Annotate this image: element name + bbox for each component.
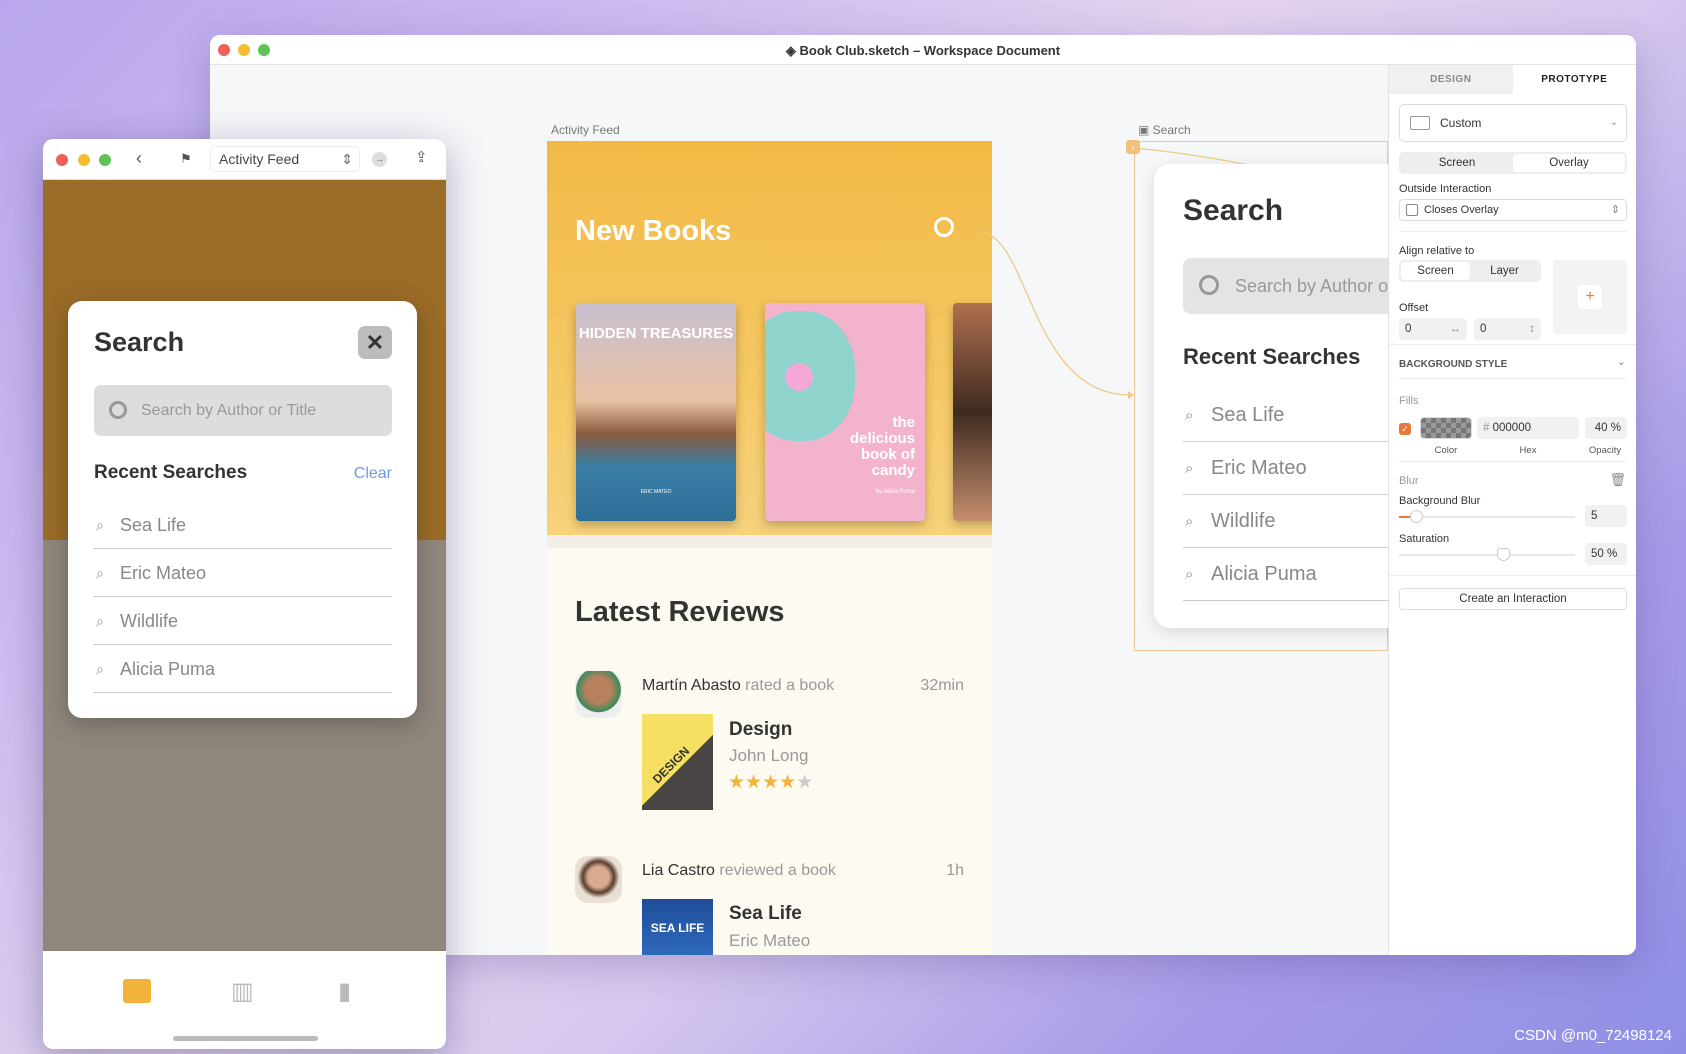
search-icon: ⌕: [1185, 513, 1194, 530]
tab-stats-icon[interactable]: ▮: [338, 977, 351, 1006]
device-icon: [1410, 116, 1430, 130]
fill-checkbox[interactable]: ✓: [1399, 423, 1411, 435]
align-label: Align relative to: [1399, 245, 1475, 257]
stepper-chevrons-icon: ⇕: [341, 151, 353, 167]
slider-thumb[interactable]: [1497, 548, 1510, 561]
divider: [1389, 344, 1636, 345]
align-screen[interactable]: Screen: [1401, 262, 1470, 280]
mode-screen[interactable]: Screen: [1401, 154, 1513, 172]
align-segmented-control: Screen Layer: [1399, 260, 1541, 282]
fills-label: Fills: [1399, 395, 1419, 407]
flag-icon[interactable]: ⚑: [180, 151, 192, 167]
modal-title: Search: [94, 327, 185, 357]
share-icon[interactable]: ⇪: [415, 148, 428, 166]
hex-label: Hex: [1519, 445, 1537, 456]
saturation-input[interactable]: 50 %: [1585, 543, 1627, 565]
inspector-panel: DESIGN PROTOTYPE Custom ⌄ Screen Overlay …: [1388, 65, 1636, 955]
tab-prototype[interactable]: PROTOTYPE: [1513, 65, 1637, 94]
clear-button[interactable]: Clear: [354, 465, 392, 483]
search-icon: ⌕: [1185, 460, 1194, 477]
saturation-label: Saturation: [1399, 533, 1450, 545]
opacity-label: Opacity: [1588, 445, 1622, 456]
recent-searches-title: Recent Searches: [94, 462, 248, 483]
home-indicator: [173, 1036, 318, 1041]
recent-search-item[interactable]: ⌕ Wildlife: [94, 597, 392, 645]
chevron-down-icon: ⌄: [1609, 117, 1618, 128]
tab-design[interactable]: DESIGN: [1389, 65, 1513, 94]
search-icon: ⌕: [1185, 407, 1194, 424]
background-style-header[interactable]: BACKGROUND STYLE: [1399, 359, 1507, 370]
horizontal-arrows-icon: ↔: [1449, 323, 1462, 335]
saturation-slider[interactable]: [1399, 548, 1575, 561]
search-title: Search: [1183, 194, 1284, 227]
watermark: CSDN @m0_72498124: [1514, 1027, 1672, 1044]
recent-search-item[interactable]: ⌕ Alicia Puma: [1183, 548, 1403, 601]
tab-bar: ▥ ▮: [43, 951, 446, 1049]
search-artboard[interactable]: ‹ Search Search by Author or Title Recen…: [1126, 140, 1414, 651]
search-icon: [109, 401, 127, 419]
minimize-window-button[interactable]: [78, 154, 90, 166]
search-icon: ⌕: [96, 613, 104, 629]
divider: [1399, 378, 1627, 379]
mode-segmented-control: Screen Overlay: [1399, 152, 1627, 174]
color-label: Color: [1434, 445, 1458, 456]
create-interaction-button[interactable]: Create an Interaction: [1399, 588, 1627, 610]
divider: [1399, 461, 1627, 462]
link-curve: [979, 231, 1131, 396]
background-blur-label: Background Blur: [1399, 495, 1481, 507]
search-icon: ⌕: [1185, 566, 1194, 583]
search-input[interactable]: Search by Author or Title: [94, 385, 392, 436]
search-input[interactable]: Search by Author or Title: [1183, 258, 1414, 314]
recent-search-item[interactable]: ⌕ Sea Life: [1183, 389, 1403, 442]
preview-window: ‹ ⚑ Activity Feed ⇕ → ⇪ Search ✕ Search b…: [43, 139, 446, 1049]
search-card: Search Search by Author or Title Recent …: [1154, 164, 1414, 628]
align-layer[interactable]: Layer: [1470, 262, 1539, 280]
back-icon[interactable]: ‹: [136, 148, 142, 169]
preview-toolbar: ‹ ⚑ Activity Feed ⇕ → ⇪: [43, 139, 446, 180]
plus-icon[interactable]: +: [1578, 285, 1602, 309]
outside-interaction-select[interactable]: Closes Overlay ⇕: [1399, 199, 1627, 221]
tab-books-icon[interactable]: ▥: [231, 977, 254, 1006]
trash-icon[interactable]: 🗑: [1609, 472, 1626, 488]
color-swatch[interactable]: [1420, 417, 1472, 439]
hex-input[interactable]: # 000000: [1477, 417, 1579, 439]
tab-feed-icon[interactable]: [123, 979, 151, 1003]
divider: [1389, 575, 1636, 576]
search-modal: Search ✕ Search by Author or Title Recen…: [68, 301, 417, 718]
device-select[interactable]: Custom ⌄: [1399, 104, 1627, 142]
recent-search-item[interactable]: ⌕ Alicia Puma: [94, 645, 392, 693]
outside-interaction-label: Outside Interaction: [1399, 183, 1492, 195]
zoom-window-button[interactable]: [99, 154, 111, 166]
offset-label: Offset: [1399, 302, 1429, 314]
overlay-icon: [1406, 204, 1418, 216]
vertical-arrows-icon: ↕: [1529, 323, 1535, 335]
divider: [1399, 231, 1627, 232]
page-select[interactable]: Activity Feed ⇕: [210, 146, 360, 172]
search-icon: [1199, 275, 1219, 295]
recent-search-item[interactable]: ⌕ Eric Mateo: [94, 549, 392, 597]
offset-y-input[interactable]: 0 ↕: [1474, 318, 1541, 340]
recent-search-item[interactable]: ⌕ Wildlife: [1183, 495, 1403, 548]
offset-x-input[interactable]: 0 ↔: [1399, 318, 1467, 340]
stepper-chevrons-icon: ⇕: [1610, 204, 1620, 216]
inspector-tabs: DESIGN PROTOTYPE: [1389, 65, 1636, 94]
recent-search-item[interactable]: ⌕ Eric Mateo: [1183, 442, 1403, 495]
search-icon: ⌕: [96, 517, 104, 533]
slider-thumb[interactable]: [1409, 510, 1423, 523]
chevron-down-icon[interactable]: ⌄: [1617, 355, 1626, 368]
background-blur-slider[interactable]: [1399, 510, 1575, 523]
search-icon: ⌕: [96, 661, 104, 677]
background-blur-input[interactable]: 5: [1585, 505, 1627, 527]
close-window-button[interactable]: [56, 154, 68, 166]
back-link-icon[interactable]: ‹: [1126, 140, 1140, 154]
blur-label: Blur: [1399, 475, 1419, 487]
anchor-picker[interactable]: +: [1553, 260, 1627, 334]
recent-search-item[interactable]: ⌕ Sea Life: [94, 501, 392, 549]
opacity-input[interactable]: 40 %: [1585, 417, 1627, 439]
recent-searches-title: Recent Searches: [1183, 344, 1361, 369]
search-icon: ⌕: [96, 565, 104, 581]
mode-overlay[interactable]: Overlay: [1513, 154, 1625, 172]
forward-icon[interactable]: →: [372, 152, 387, 167]
close-icon[interactable]: ✕: [358, 326, 392, 359]
